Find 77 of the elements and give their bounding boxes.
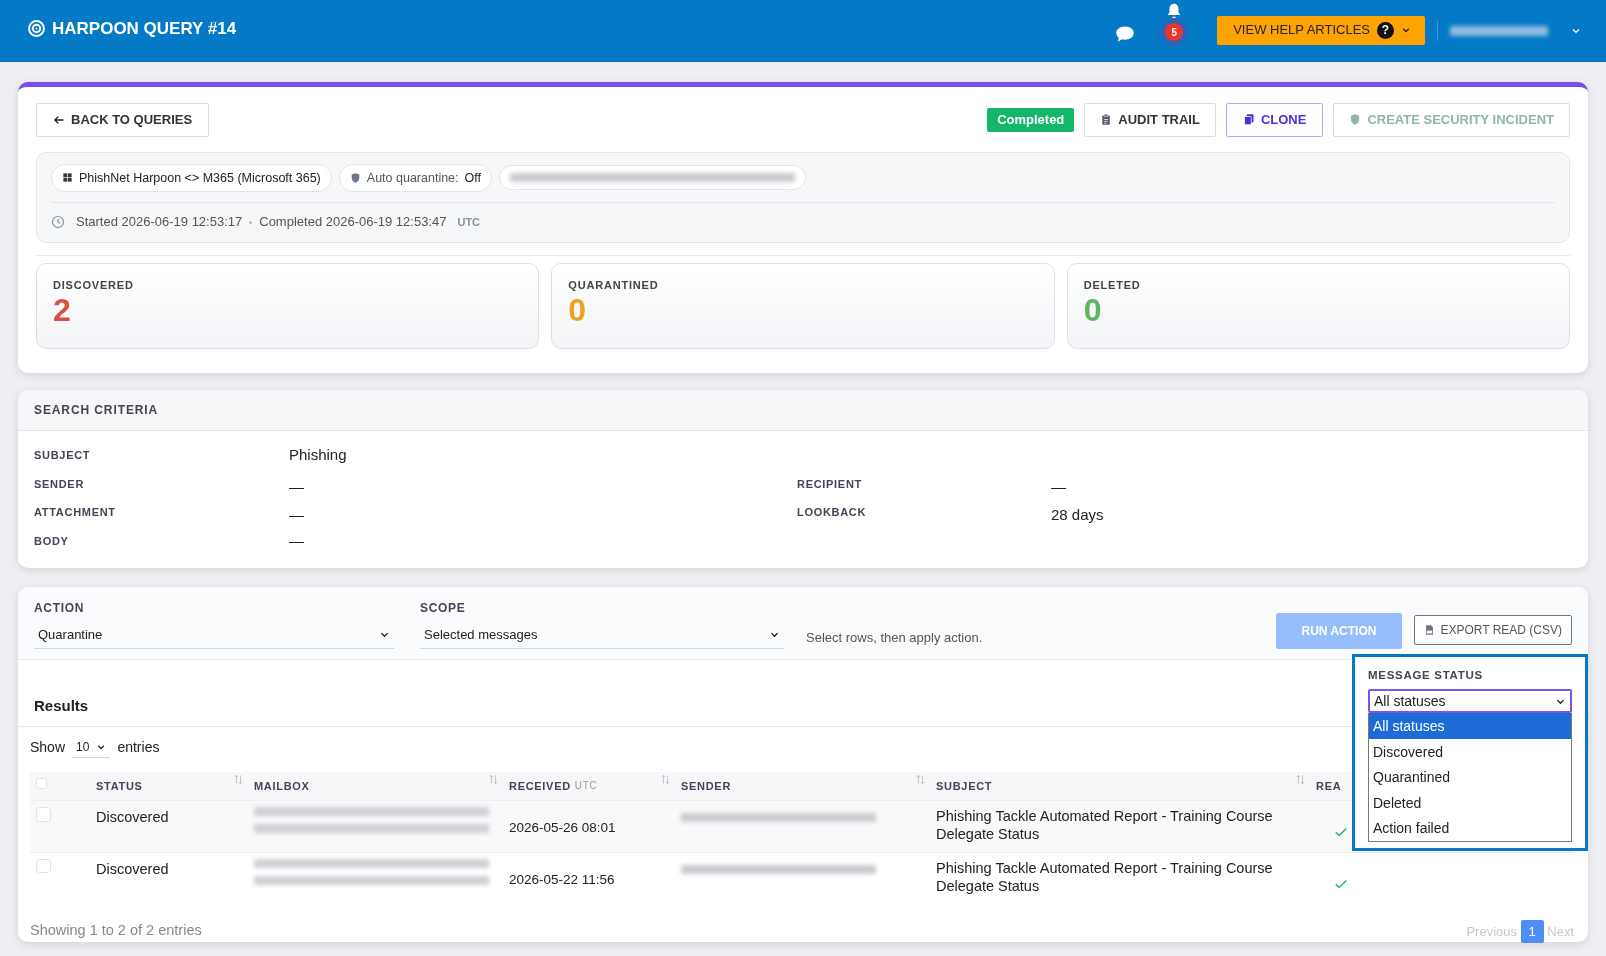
integration-chip: PhishNet Harpoon <> M365 (Microsoft 365) bbox=[51, 163, 332, 193]
chat-icon bbox=[1115, 24, 1136, 44]
sort-icon bbox=[488, 774, 499, 786]
sort-icon bbox=[1295, 774, 1306, 786]
results-title: Results bbox=[34, 696, 89, 716]
target-icon bbox=[28, 20, 45, 38]
dropdown-option[interactable]: All statuses bbox=[1369, 713, 1571, 739]
field-label: LOOKBACK bbox=[797, 505, 868, 520]
sort-icon bbox=[233, 774, 244, 786]
notification-count: 5 bbox=[1165, 23, 1184, 41]
field-value: — bbox=[289, 505, 305, 525]
field-value: — bbox=[1051, 476, 1067, 497]
hint-text: Select rows, then apply action. bbox=[806, 628, 983, 647]
copy-icon bbox=[1242, 113, 1255, 127]
received-date: 2026-05-26 08:01 bbox=[509, 820, 616, 835]
clipboard-icon bbox=[1100, 113, 1113, 127]
auto-quarantine-chip: Auto quarantine: Off bbox=[338, 163, 492, 193]
stat-value: 0 bbox=[568, 293, 588, 329]
clone-button[interactable]: CLONE bbox=[1225, 103, 1324, 137]
field-label: ACTION bbox=[34, 600, 86, 617]
field-label: MESSAGE STATUS bbox=[1368, 668, 1484, 683]
completed-time: Completed 2026-06-19 12:53:47 bbox=[259, 213, 447, 232]
dropdown-option[interactable]: Action failed bbox=[1369, 815, 1571, 841]
select-all-checkbox[interactable] bbox=[36, 777, 47, 789]
field-label: RECIPIENT bbox=[797, 476, 863, 492]
field-value: — bbox=[289, 530, 305, 551]
field-label: ATTACHMENT bbox=[34, 505, 117, 520]
scope-select[interactable]: Selected messages bbox=[420, 620, 784, 649]
dropdown-option[interactable]: Discovered bbox=[1369, 738, 1571, 765]
status-text: Discovered bbox=[96, 860, 169, 877]
page-size-select[interactable]: 10 bbox=[72, 736, 111, 758]
help-articles-button[interactable]: VIEW HELP ARTICLES ? bbox=[1217, 15, 1425, 45]
timezone-label: UTC bbox=[457, 214, 481, 230]
dropdown-option[interactable]: Deleted bbox=[1369, 789, 1571, 816]
entries-info: Showing 1 to 2 of 2 entries bbox=[30, 921, 202, 941]
dropdown-option[interactable]: Quarantined bbox=[1369, 764, 1571, 790]
field-value: Phishing bbox=[289, 445, 348, 465]
entries-label: entries bbox=[117, 737, 160, 757]
unit-label: UTC bbox=[574, 779, 598, 794]
subject-text: Phishing Tackle Automated Report - Training Course Delegate Status bbox=[936, 859, 1273, 894]
field-label: SUBJECT bbox=[34, 448, 92, 463]
field-label: BODY bbox=[34, 533, 70, 549]
stat-label: DELETED bbox=[1083, 277, 1142, 293]
grid-icon bbox=[62, 172, 73, 184]
stat-value: 2 bbox=[53, 293, 72, 329]
status-text: Discovered bbox=[96, 809, 169, 825]
export-csv-button[interactable]: EXPORT READ (CSV) bbox=[1414, 615, 1572, 645]
section-header: SEARCH CRITERIA bbox=[18, 390, 1588, 431]
field-label: SCOPE bbox=[420, 600, 467, 617]
stat-value: 0 bbox=[1083, 293, 1103, 329]
sort-icon bbox=[660, 774, 671, 786]
started-time: Started 2026-06-19 12:53:17 bbox=[76, 213, 243, 232]
back-button[interactable]: BACK TO QUERIES bbox=[36, 103, 210, 137]
chevron-down-icon bbox=[1401, 25, 1411, 35]
action-select[interactable]: Quarantine bbox=[34, 620, 394, 649]
arrow-left-icon bbox=[53, 113, 65, 126]
help-badge: ? bbox=[1377, 21, 1394, 39]
column-header: REA bbox=[1316, 778, 1342, 794]
row-checkbox[interactable] bbox=[36, 858, 51, 874]
clock-icon bbox=[51, 215, 65, 229]
shield-icon bbox=[349, 171, 361, 184]
show-label: Show bbox=[30, 737, 66, 757]
field-value: 28 days bbox=[1051, 505, 1105, 525]
row-checkbox[interactable] bbox=[36, 807, 51, 822]
shield-icon bbox=[1349, 113, 1362, 127]
page-title: HARPOON QUERY #14 bbox=[52, 18, 237, 40]
status-select[interactable]: All statuses bbox=[1368, 689, 1572, 714]
field-value: — bbox=[289, 476, 305, 497]
field-label: SENDER bbox=[34, 476, 86, 492]
file-icon bbox=[1424, 624, 1436, 636]
stat-label: QUARANTINED bbox=[568, 277, 660, 293]
status-badge: Completed bbox=[987, 108, 1075, 132]
sort-icon bbox=[915, 774, 926, 786]
audit-trail-button[interactable]: AUDIT TRAIL bbox=[1084, 103, 1216, 137]
received-date: 2026-05-22 11:56 bbox=[509, 871, 615, 887]
subject-text: Phishing Tackle Automated Report - Training Course Delegate Status bbox=[936, 808, 1273, 843]
stat-label: DISCOVERED bbox=[53, 277, 135, 293]
